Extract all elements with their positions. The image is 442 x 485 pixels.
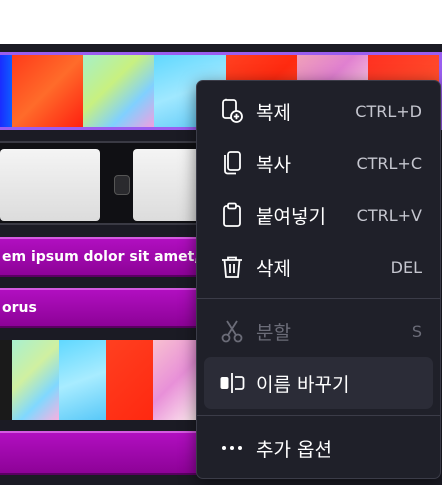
menu-item-duplicate[interactable]: 복제 CTRL+D: [204, 85, 433, 137]
video-frame: [59, 340, 106, 420]
image-thumbnail: [133, 149, 200, 221]
text-clip[interactable]: [0, 431, 200, 475]
menu-item-rename[interactable]: 이름 바꾸기: [204, 357, 433, 409]
video-frame: [0, 340, 12, 420]
shortcut-hint: S: [411, 321, 422, 341]
image-clip[interactable]: [0, 141, 200, 225]
video-frame: [153, 340, 200, 420]
more-options-icon: [218, 434, 246, 462]
video-frame: [106, 340, 153, 420]
video-frame: [83, 55, 155, 127]
menu-item-delete[interactable]: 삭제 DEL: [204, 241, 433, 293]
menu-item-paste[interactable]: 붙여넣기 CTRL+V: [204, 189, 433, 241]
duplicate-icon: [218, 97, 246, 125]
menu-item-split: 분할 S: [204, 305, 433, 357]
text-clip-label: em ipsum dolor sit amet,: [2, 249, 200, 265]
scissors-icon: [218, 317, 246, 345]
clip-split-handle[interactable]: [114, 175, 130, 195]
text-clip[interactable]: em ipsum dolor sit amet,: [0, 237, 200, 277]
trash-icon: [218, 253, 246, 281]
image-thumbnail: [0, 149, 100, 221]
text-clip[interactable]: orus: [0, 288, 200, 328]
shortcut-hint: DEL: [390, 257, 422, 277]
menu-item-label: 붙여넣기: [256, 205, 326, 228]
rename-icon: [218, 369, 246, 397]
menu-item-label: 삭제: [256, 257, 291, 280]
menu-item-more-options[interactable]: 추가 옵션: [204, 422, 433, 474]
menu-item-copy[interactable]: 복사 CTRL+C: [204, 137, 433, 189]
copy-icon: [218, 149, 246, 177]
video-clip[interactable]: [0, 340, 200, 420]
menu-separator: [197, 415, 440, 416]
menu-item-label: 추가 옵션: [256, 438, 332, 461]
menu-item-label: 분할: [256, 321, 291, 344]
shortcut-hint: CTRL+D: [355, 101, 422, 121]
video-frame: [12, 55, 84, 127]
shortcut-hint: CTRL+V: [356, 205, 422, 225]
menu-separator: [197, 298, 440, 299]
shortcut-hint: CTRL+C: [356, 153, 422, 173]
text-clip-label: orus: [2, 300, 37, 316]
video-frame: [0, 55, 12, 127]
video-frame: [12, 340, 59, 420]
context-menu: 복제 CTRL+D 복사 CTRL+C 붙여넣기 CTRL+V 삭제 DEL 분…: [196, 80, 441, 479]
menu-item-label: 이름 바꾸기: [256, 373, 350, 396]
menu-item-label: 복사: [256, 153, 291, 176]
paste-icon: [218, 201, 246, 229]
menu-item-label: 복제: [256, 101, 291, 124]
